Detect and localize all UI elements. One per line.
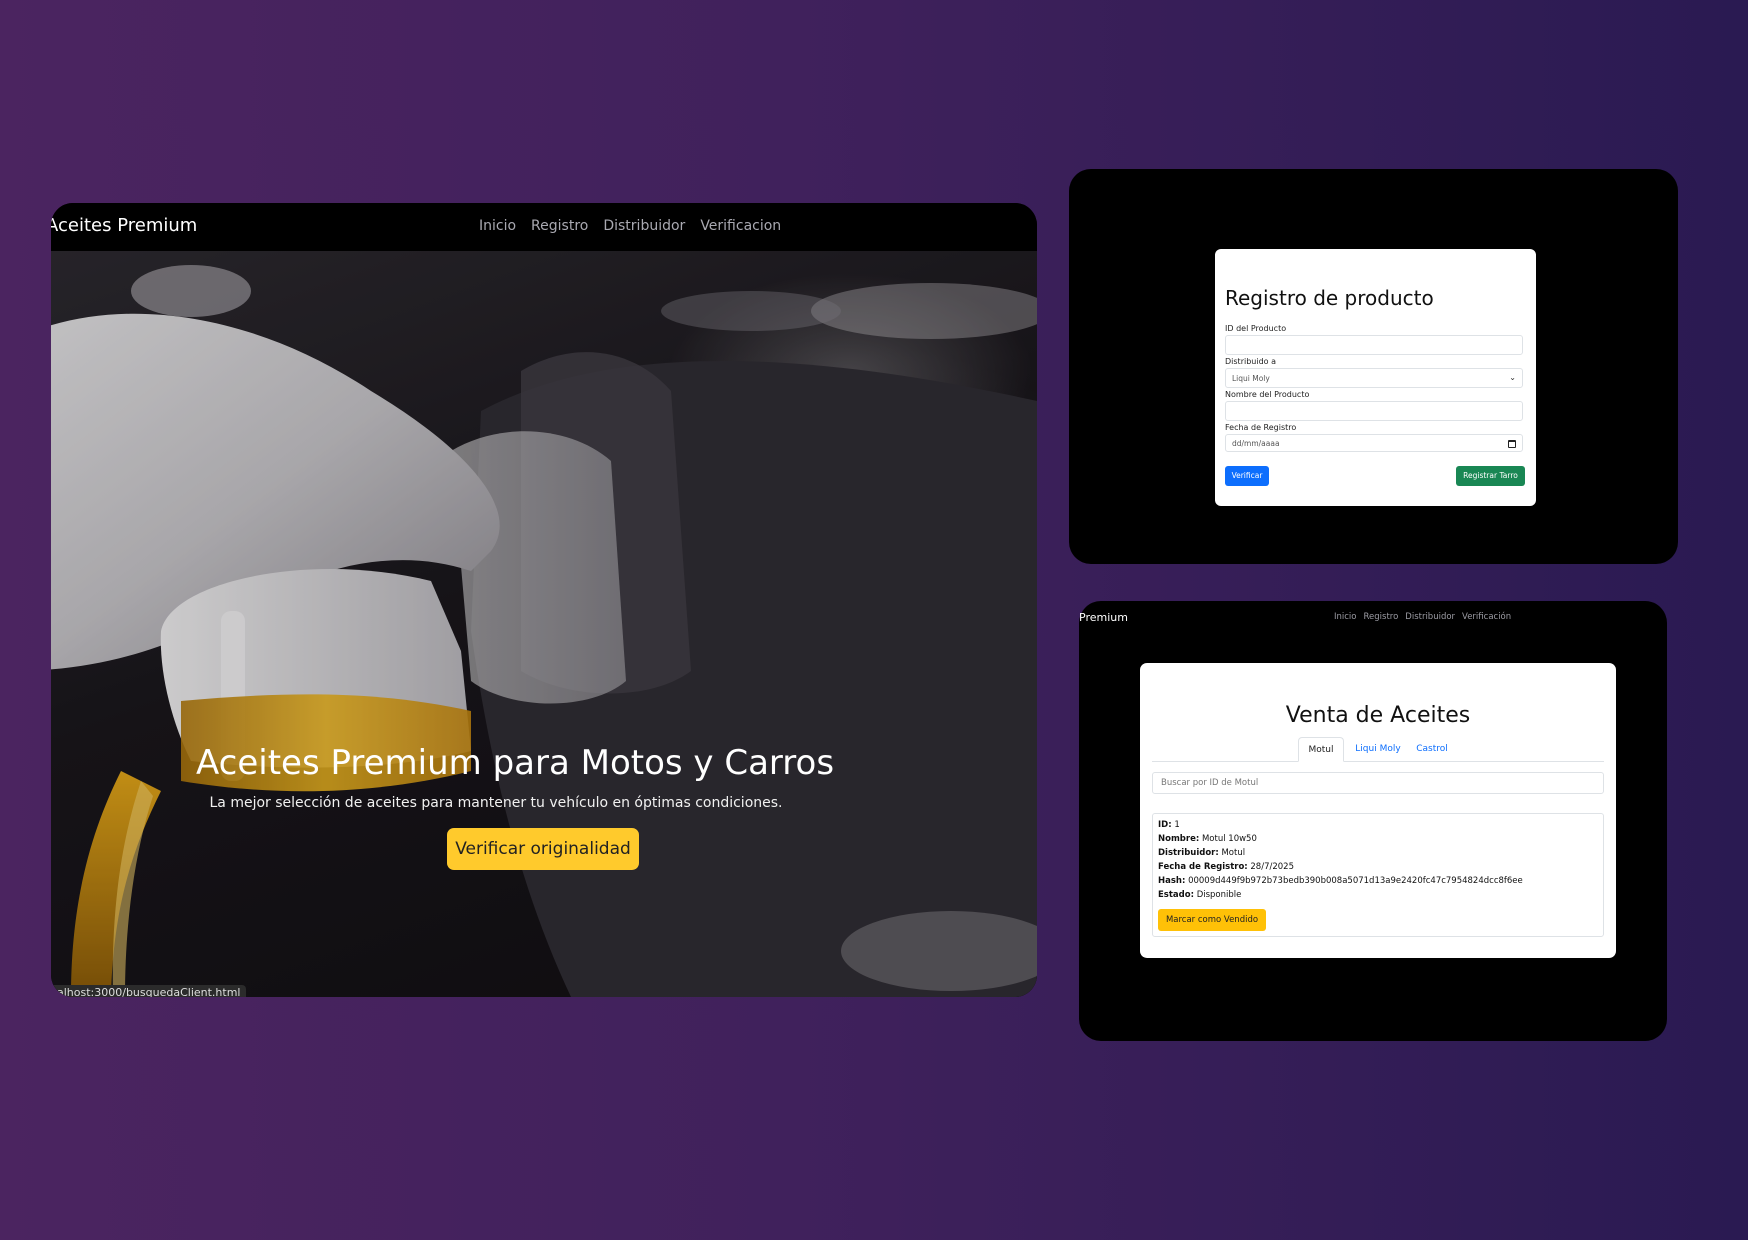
- registro-window: Registro de producto ID del Producto Dis…: [1069, 169, 1678, 564]
- venta-nav-verificacion[interactable]: Verificación: [1462, 612, 1511, 622]
- product-result-card: ID: 1 Nombre: Motul 10w50 Distribuidor: …: [1152, 813, 1604, 937]
- venta-card: Venta de Aceites Motul Liqui Moly Castro…: [1140, 663, 1616, 958]
- venta-nav-inicio[interactable]: Inicio: [1334, 612, 1357, 622]
- venta-nav-distribuidor[interactable]: Distribuidor: [1405, 612, 1455, 622]
- result-nombre: Nombre: Motul 10w50: [1158, 834, 1257, 844]
- venta-nav-registro[interactable]: Registro: [1364, 612, 1399, 622]
- nav-distribuidor[interactable]: Distribuidor: [603, 218, 685, 234]
- result-hash: Hash: 00009d449f9b972b73bedb390b008a5071…: [1158, 876, 1523, 886]
- landing-brand[interactable]: Aceites Premium: [51, 215, 197, 236]
- result-fecha: Fecha de Registro: 28/7/2025: [1158, 862, 1294, 872]
- date-placeholder: dd/mm/aaaa: [1232, 439, 1280, 448]
- result-distribuidor: Distribuidor: Motul: [1158, 848, 1246, 858]
- product-id-input[interactable]: [1225, 335, 1523, 355]
- tab-castrol[interactable]: Castrol: [1410, 737, 1454, 762]
- result-id: ID: 1: [1158, 820, 1180, 830]
- registro-title: Registro de producto: [1225, 286, 1434, 310]
- venta-brand[interactable]: Premium: [1079, 611, 1128, 624]
- chevron-down-icon: ⌄: [1509, 373, 1516, 382]
- landing-navbar: Aceites Premium Inicio Registro Distribu…: [51, 203, 1037, 251]
- landing-nav-links: Inicio Registro Distribuidor Verificacio…: [479, 218, 781, 234]
- venta-nav-links: Inicio Registro Distribuidor Verificació…: [1334, 612, 1511, 622]
- nav-verificacion[interactable]: Verificacion: [700, 218, 781, 234]
- nav-inicio[interactable]: Inicio: [479, 218, 516, 234]
- venta-window: Premium Inicio Registro Distribuidor Ver…: [1079, 601, 1667, 1041]
- mark-as-sold-button[interactable]: Marcar como Vendido: [1158, 909, 1266, 931]
- distributed-to-value: Liqui Moly: [1232, 374, 1270, 383]
- nav-registro[interactable]: Registro: [531, 218, 588, 234]
- tab-liqui-moly[interactable]: Liqui Moly: [1348, 737, 1408, 762]
- product-id-label: ID del Producto: [1225, 324, 1287, 333]
- calendar-icon[interactable]: [1508, 440, 1516, 448]
- tab-motul[interactable]: Motul: [1298, 737, 1344, 762]
- verificar-button[interactable]: Verificar: [1225, 466, 1269, 486]
- verify-originality-button[interactable]: Verificar originalidad: [447, 828, 639, 870]
- status-bar-url: alhost:3000/busquedaClient.html: [51, 985, 247, 997]
- register-date-input[interactable]: dd/mm/aaaa: [1225, 434, 1523, 452]
- venta-title: Venta de Aceites: [1285, 703, 1471, 728]
- hero-title: Aceites Premium para Motos y Carros: [196, 743, 835, 783]
- register-date-label: Fecha de Registro: [1225, 423, 1297, 432]
- hero-overlay: [51, 251, 1037, 997]
- hero-subtitle: La mejor selección de aceites para mante…: [209, 795, 783, 811]
- registrar-tarro-button[interactable]: Registrar Tarro: [1456, 466, 1525, 486]
- search-input[interactable]: Buscar por ID de Motul: [1152, 772, 1604, 794]
- product-name-input[interactable]: [1225, 401, 1523, 421]
- distributed-to-select[interactable]: Liqui Moly ⌄: [1225, 368, 1523, 388]
- distributed-to-label: Distribuido a: [1225, 357, 1276, 366]
- registro-card: Registro de producto ID del Producto Dis…: [1215, 249, 1536, 506]
- landing-window: Aceites Premium Inicio Registro Distribu…: [51, 203, 1037, 997]
- product-name-label: Nombre del Producto: [1225, 390, 1310, 399]
- result-estado: Estado: Disponible: [1158, 890, 1242, 900]
